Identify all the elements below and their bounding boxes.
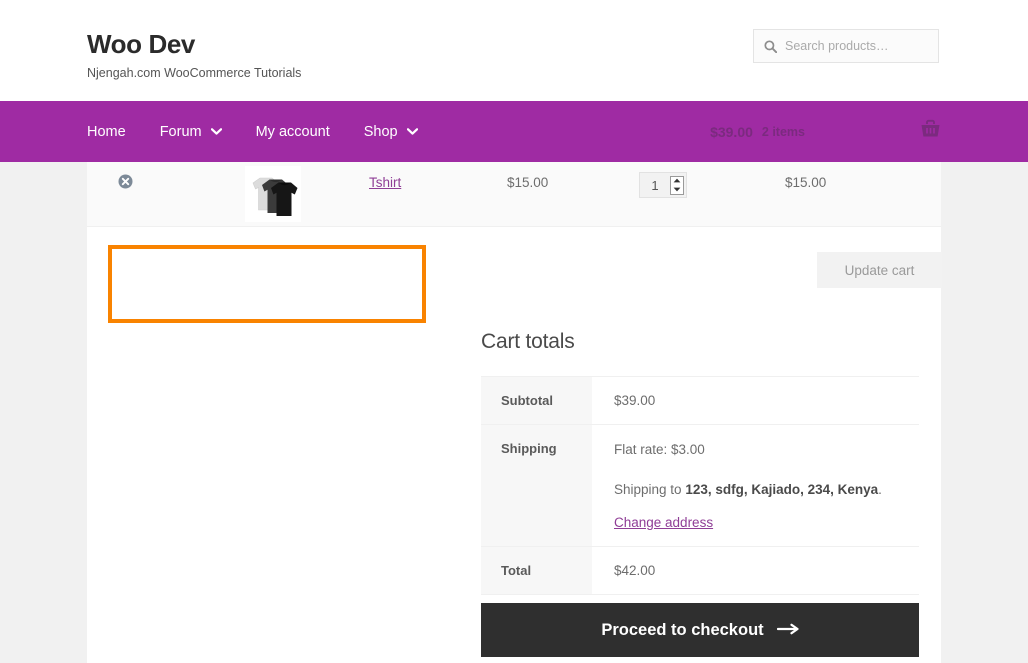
tshirt-thumbnail-image [245, 166, 301, 222]
search-input[interactable] [785, 39, 928, 53]
change-address-link[interactable]: Change address [614, 515, 713, 530]
totals-row-shipping: Shipping Flat rate: $3.00 Shipping to 12… [481, 424, 919, 547]
nav-list: Home Forum My account Shop [87, 101, 418, 162]
totals-label-total: Total [481, 546, 592, 595]
arrow-right-icon [776, 621, 799, 640]
site-title: Woo Dev [87, 29, 195, 59]
totals-value-shipping: Flat rate: $3.00 Shipping to 123, sdfg, … [592, 424, 919, 547]
cart-item-count: 2 items [761, 124, 805, 139]
nav-cart-summary[interactable]: $39.00 2 items [710, 101, 941, 162]
nav-item-home[interactable]: Home [87, 124, 126, 140]
cart-totals-heading: Cart totals [481, 330, 575, 353]
site-tagline: Njengah.com WooCommerce Tutorials [87, 66, 302, 80]
cart-page: Woo Dev Njengah.com WooCommerce Tutorial… [0, 0, 1028, 663]
shipping-to-prefix: Shipping to [614, 482, 686, 497]
quantity-value[interactable]: 1 [640, 178, 670, 193]
quantity-stepper[interactable]: 1 [639, 172, 687, 198]
site-branding[interactable]: Woo Dev Njengah.com WooCommerce Tutorial… [87, 29, 301, 80]
cart-item-row: Tshirt $15.00 1 $15.00 [87, 162, 941, 227]
spinner-down-icon [673, 187, 681, 192]
highlight-annotation-box [108, 245, 426, 323]
cart-cell-price: $15.00 [507, 175, 549, 190]
cart-cell-remove [118, 174, 133, 194]
cart-totals-table: Subtotal $39.00 Shipping Flat rate: $3.0… [481, 376, 919, 595]
totals-value-subtotal: $39.00 [592, 376, 919, 425]
spinner-up-icon [673, 178, 681, 183]
quantity-spinner-arrows[interactable] [670, 175, 684, 195]
totals-label-shipping: Shipping [481, 424, 592, 547]
chevron-down-icon[interactable] [210, 128, 222, 135]
totals-row-total: Total $42.00 [481, 546, 919, 595]
nav-item-my-account[interactable]: My account [256, 124, 330, 140]
cart-cell-thumbnail[interactable] [245, 166, 301, 227]
checkout-button-label: Proceed to checkout [601, 620, 764, 639]
shipping-to-suffix: . [878, 482, 882, 497]
search-icon [764, 39, 778, 53]
shipping-destination-text: Shipping to 123, sdfg, Kajiado, 234, Ken… [614, 481, 919, 499]
primary-navigation: Home Forum My account Shop $39.00 2 item… [0, 101, 1028, 162]
totals-row-subtotal: Subtotal $39.00 [481, 376, 919, 425]
nav-item-label: My account [255, 123, 330, 140]
cart-cell-product-name: Tshirt [369, 175, 401, 190]
nav-item-label: Shop [363, 123, 398, 140]
nav-item-label: Home [87, 123, 126, 140]
product-link[interactable]: Tshirt [369, 175, 401, 190]
remove-item-icon[interactable] [118, 174, 133, 193]
totals-label-subtotal: Subtotal [481, 376, 592, 425]
shipping-method-text: Flat rate: $3.00 [614, 442, 705, 457]
nav-item-forum[interactable]: Forum [160, 124, 222, 140]
shipping-to-address: 123, sdfg, Kajiado, 234, Kenya [685, 482, 879, 497]
cart-totals-section: Cart totals Subtotal $39.00 Shipping Fla… [481, 330, 919, 595]
cart-cell-quantity: 1 [639, 172, 687, 198]
nav-item-label: Forum [159, 123, 202, 140]
shopping-basket-icon[interactable] [920, 119, 941, 144]
update-cart-button[interactable]: Update cart [817, 252, 942, 288]
content-area: Tshirt $15.00 1 $15.00 Update cart Cart … [87, 162, 942, 663]
cart-total-amount: $39.00 [710, 123, 753, 140]
nav-item-shop[interactable]: Shop [364, 124, 418, 140]
cart-cell-subtotal: $15.00 [785, 175, 827, 190]
totals-value-total: $42.00 [592, 546, 919, 595]
chevron-down-icon[interactable] [406, 128, 418, 135]
proceed-to-checkout-button[interactable]: Proceed to checkout [481, 603, 919, 657]
product-search-box[interactable] [753, 29, 939, 63]
site-header: Woo Dev Njengah.com WooCommerce Tutorial… [0, 0, 1028, 101]
